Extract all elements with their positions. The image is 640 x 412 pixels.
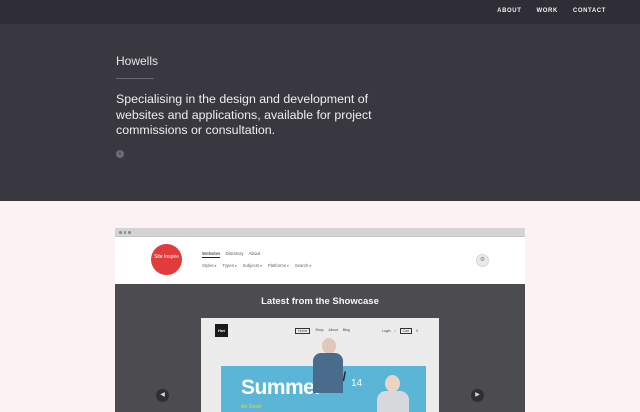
featured-site-logo: Hot: [215, 324, 228, 337]
banner-subtitle: Art Deals: [241, 404, 262, 410]
hero-section: ABOUT WORK CONTACT Howells Specialising …: [0, 0, 640, 201]
window-dots: [119, 231, 131, 234]
featured-login: Login: [382, 329, 391, 333]
featured-cart-label: Cart: [399, 328, 413, 334]
nav-about-link[interactable]: ABOUT: [497, 8, 521, 14]
featured-nav-home: Home: [295, 328, 311, 334]
settings-icon[interactable]: ⚙: [476, 254, 489, 267]
hero-tagline: Specialising in the design and developme…: [116, 92, 372, 137]
featured-site-nav: Home Shop About Blog: [295, 328, 350, 334]
browser-mockup: Site Inspire Websites Directory About St…: [115, 228, 525, 412]
preview-header: Site Inspire Websites Directory About St…: [115, 237, 525, 284]
model-figure-body: [377, 391, 409, 412]
featured-nav-blog: Blog: [342, 328, 350, 332]
preview-filter-search[interactable]: Search: [295, 263, 311, 268]
nav-contact-link[interactable]: CONTACT: [573, 8, 606, 14]
window-dot-icon: [123, 231, 126, 234]
top-bar: ABOUT WORK CONTACT: [0, 0, 640, 24]
featured-nav-shop: Shop: [315, 328, 324, 332]
main-nav: ABOUT WORK CONTACT: [497, 8, 606, 14]
brand-title: Howells: [116, 54, 159, 68]
preview-nav-about[interactable]: About: [248, 251, 260, 258]
nav-work-link[interactable]: WORK: [537, 8, 558, 14]
preview-nav-websites[interactable]: Websites: [202, 251, 221, 258]
info-icon[interactable]: i: [116, 150, 124, 158]
showcase-section: Latest from the Showcase ◀ ▶ Hot Home Sh…: [115, 284, 525, 412]
preview-filter-types[interactable]: Types: [222, 263, 236, 268]
banner-slash: /: [342, 369, 347, 384]
model-figure-head: [385, 375, 400, 392]
browser-chrome: [115, 228, 525, 237]
preview-filter-subjects[interactable]: Subjects: [243, 263, 262, 268]
model-figure-body: [313, 353, 343, 393]
preview-primary-nav: Websites Directory About: [202, 251, 260, 258]
preview-filter-nav: Styles Types Subjects Platforms Search: [202, 263, 311, 268]
featured-site-preview[interactable]: Hot Home Shop About Blog Login / Cart 0 …: [201, 318, 439, 412]
model-figure-head: [322, 338, 336, 354]
banner-title: Summer: [241, 376, 323, 399]
next-arrow-icon[interactable]: ▶: [471, 389, 484, 402]
banner-year: 14: [351, 378, 363, 389]
window-dot-icon: [128, 231, 131, 234]
preview-nav-directory[interactable]: Directory: [225, 251, 243, 258]
prev-arrow-icon[interactable]: ◀: [156, 389, 169, 402]
featured-site-account: Login / Cart 0: [382, 328, 418, 334]
window-dot-icon: [119, 231, 122, 234]
featured-separator: /: [394, 329, 396, 333]
preview-filter-styles[interactable]: Styles: [202, 263, 216, 268]
title-divider: [116, 78, 154, 79]
featured-cart-count: 0: [416, 329, 419, 333]
preview-filter-platforms[interactable]: Platforms: [268, 263, 289, 268]
preview-logo[interactable]: Site Inspire: [151, 244, 182, 275]
featured-nav-about: About: [328, 328, 338, 332]
showcase-title: Latest from the Showcase: [261, 296, 379, 307]
